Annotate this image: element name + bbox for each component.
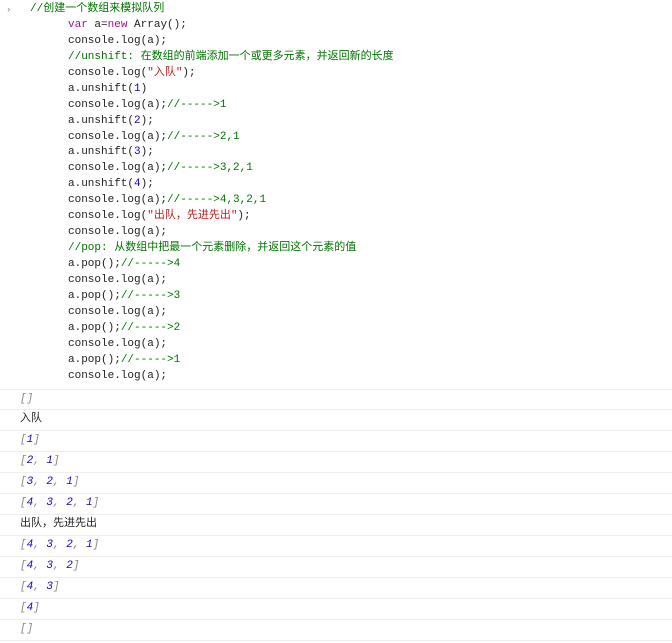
code-line: console.log("出队，先进先出"); — [20, 209, 672, 225]
output-line: [] — [0, 620, 672, 641]
chevron-right-icon: › — [6, 4, 11, 17]
code-line: a.unshift(3); — [20, 145, 672, 161]
code-line: //创建一个数组来模拟队列 — [20, 2, 672, 18]
output-line: 出队，先进先出 — [0, 515, 672, 536]
output-line: [1] — [0, 431, 672, 452]
output-line: [] — [0, 389, 672, 411]
code-line: console.log(a);//----->2,1 — [20, 130, 672, 146]
output-line: [4, 3, 2, 1] — [0, 494, 672, 515]
code-line: a.pop();//----->2 — [20, 321, 672, 337]
code-line: a.unshift(4); — [20, 177, 672, 193]
code-line: a.unshift(1) — [20, 82, 672, 98]
code-line: console.log(a); — [20, 369, 672, 385]
code-line: console.log(a);//----->3,2,1 — [20, 161, 672, 177]
code-line: //pop: 从数组中把最一个元素删除，并返回这个元素的值 — [20, 241, 672, 257]
code-line: console.log(a); — [20, 34, 672, 50]
output-line: [4] — [0, 599, 672, 620]
code-line: console.log(a); — [20, 305, 672, 321]
code-line: console.log(a);//----->1 — [20, 98, 672, 114]
code-line: console.log("入队"); — [20, 66, 672, 82]
code-line: console.log(a); — [20, 273, 672, 289]
code-line: //unshift: 在数组的前端添加一个或更多元素，并返回新的长度 — [20, 50, 672, 66]
output-line: 入队 — [0, 410, 672, 431]
output-line: [4, 3, 2] — [0, 557, 672, 578]
console-output-block: [] 入队 [1] [2, 1] [3, 2, 1] [4, 3, 2, 1] … — [0, 389, 672, 641]
output-line: [3, 2, 1] — [0, 473, 672, 494]
code-line: console.log(a);//----->4,3,2,1 — [20, 193, 672, 209]
code-line: var a=new Array(); — [20, 18, 672, 34]
output-line: [4, 3, 2, 1] — [0, 536, 672, 557]
output-line: [4, 3] — [0, 578, 672, 599]
console-input-block[interactable]: › //创建一个数组来模拟队列 var a=new Array(); conso… — [0, 2, 672, 385]
code-line: console.log(a); — [20, 337, 672, 353]
code-line: a.pop();//----->3 — [20, 289, 672, 305]
output-line: [2, 1] — [0, 452, 672, 473]
code-line: a.unshift(2); — [20, 114, 672, 130]
code-line: console.log(a); — [20, 225, 672, 241]
code-line: a.pop();//----->1 — [20, 353, 672, 369]
code-line: a.pop();//----->4 — [20, 257, 672, 273]
